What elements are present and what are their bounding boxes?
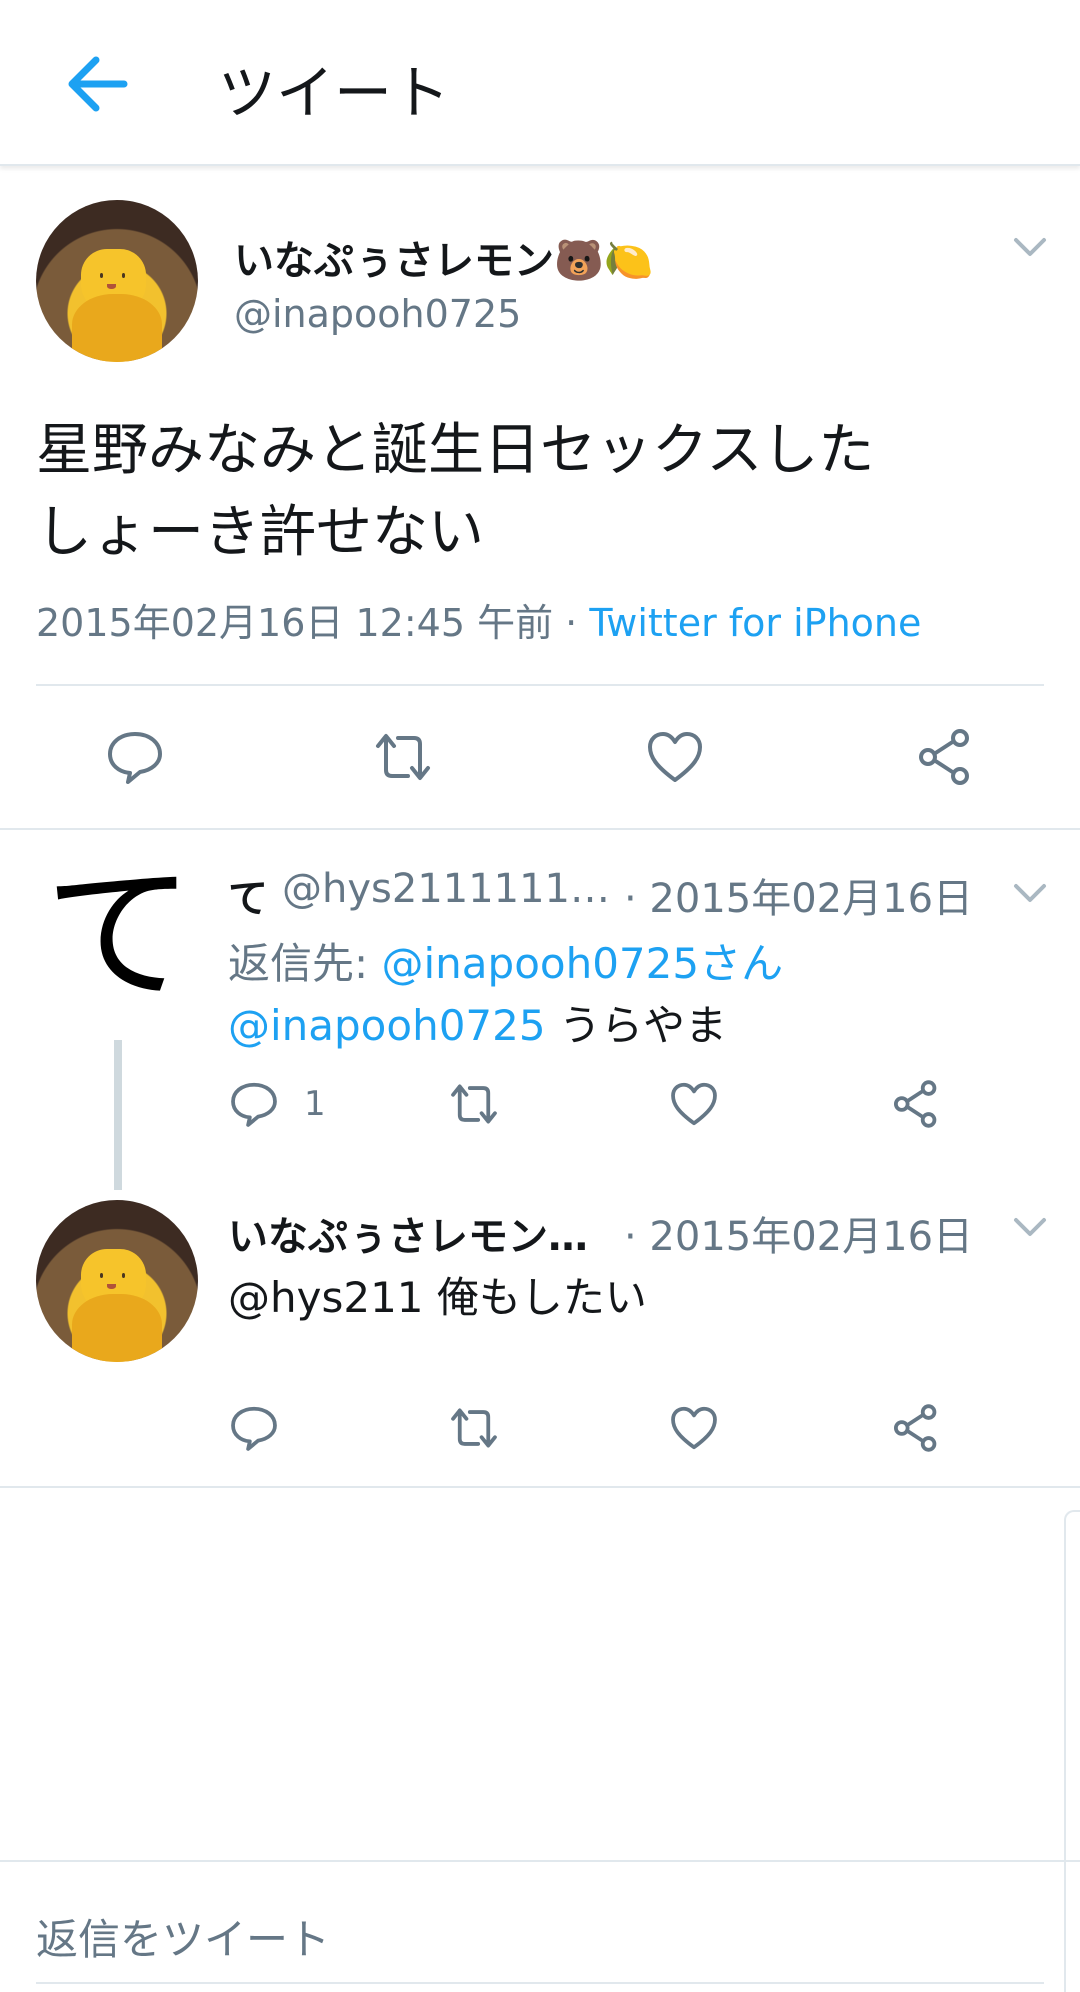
reply-tweet-input[interactable]: 返信をツイート [36, 1906, 330, 1967]
page-title: ツイート [218, 59, 451, 127]
main-tweet-text-line1: 星野みなみと誕生日セックスした [36, 418, 875, 483]
like-heart-icon[interactable] [668, 1402, 720, 1454]
reply1-date: · 2015年02月16日 [624, 876, 974, 922]
like-heart-icon[interactable] [668, 1078, 720, 1130]
reply-count: 1 [304, 1084, 326, 1124]
reply2-text: @hys211 俺もしたい [228, 1273, 647, 1322]
retweet-icon[interactable] [448, 1402, 500, 1454]
main-tweet-avatar[interactable] [36, 200, 198, 362]
reply1-text: @inapooh0725 うらやま [228, 992, 727, 1053]
mention-link[interactable]: @inapooh0725 [228, 1001, 546, 1050]
reply2-date: · 2015年02月16日 [624, 1214, 974, 1260]
main-tweet-author-handle[interactable]: @inapooh0725 [234, 292, 521, 336]
reply1-avatar[interactable]: て [44, 860, 194, 1010]
reply2-avatar[interactable] [36, 1200, 198, 1362]
retweet-icon[interactable] [448, 1078, 500, 1130]
reply-bar-underline [36, 1982, 1044, 1984]
reply1-reply-to: 返信先: @inapooh0725さん [228, 930, 783, 991]
app-bar: ツイート [0, 0, 1080, 166]
chevron-down-icon[interactable] [1010, 872, 1050, 912]
share-icon[interactable] [914, 726, 976, 788]
chevron-down-icon[interactable] [1010, 226, 1050, 266]
retweet-icon[interactable] [372, 726, 434, 788]
reply-icon[interactable] [228, 1078, 280, 1130]
main-tweet-source-link[interactable]: Twitter for iPhone [589, 601, 921, 645]
scroll-edge [1064, 1510, 1080, 1992]
reply2-author-name[interactable]: いなぷぅさレモン… [228, 1204, 588, 1262]
like-heart-icon[interactable] [644, 726, 706, 788]
meta-separator: · [553, 601, 590, 645]
main-tweet-text-line2: しょーき許せない [36, 500, 484, 565]
share-icon[interactable] [890, 1078, 942, 1130]
divider [0, 828, 1080, 830]
main-tweet-text: 星野みなみと誕生日セックスした しょーき許せない [36, 410, 1036, 574]
reply1-text-body: うらやま [545, 1001, 727, 1050]
reply1-author-name[interactable]: て [228, 866, 268, 924]
reply-icon[interactable] [104, 726, 166, 788]
reply-bar-top-border [0, 1860, 1080, 1862]
divider [36, 684, 1044, 686]
back-arrow-icon[interactable] [60, 44, 140, 124]
chevron-down-icon[interactable] [1010, 1206, 1050, 1246]
divider [0, 1486, 1080, 1488]
share-icon[interactable] [890, 1402, 942, 1454]
main-tweet-timestamp: 2015年02月16日 12:45 午前 [36, 601, 554, 645]
reply-icon[interactable] [228, 1402, 280, 1454]
reply-to-label: 返信先: [228, 939, 382, 988]
reply1-author-handle[interactable]: @hys2111111… [282, 866, 610, 912]
thread-connector-line [114, 1040, 122, 1190]
reply-to-user-link[interactable]: @inapooh0725さん [382, 939, 784, 988]
main-tweet-meta: 2015年02月16日 12:45 午前 · Twitter for iPhon… [36, 592, 921, 647]
main-tweet-author-name[interactable]: いなぷぅさレモン🐻🍋 [234, 228, 654, 286]
